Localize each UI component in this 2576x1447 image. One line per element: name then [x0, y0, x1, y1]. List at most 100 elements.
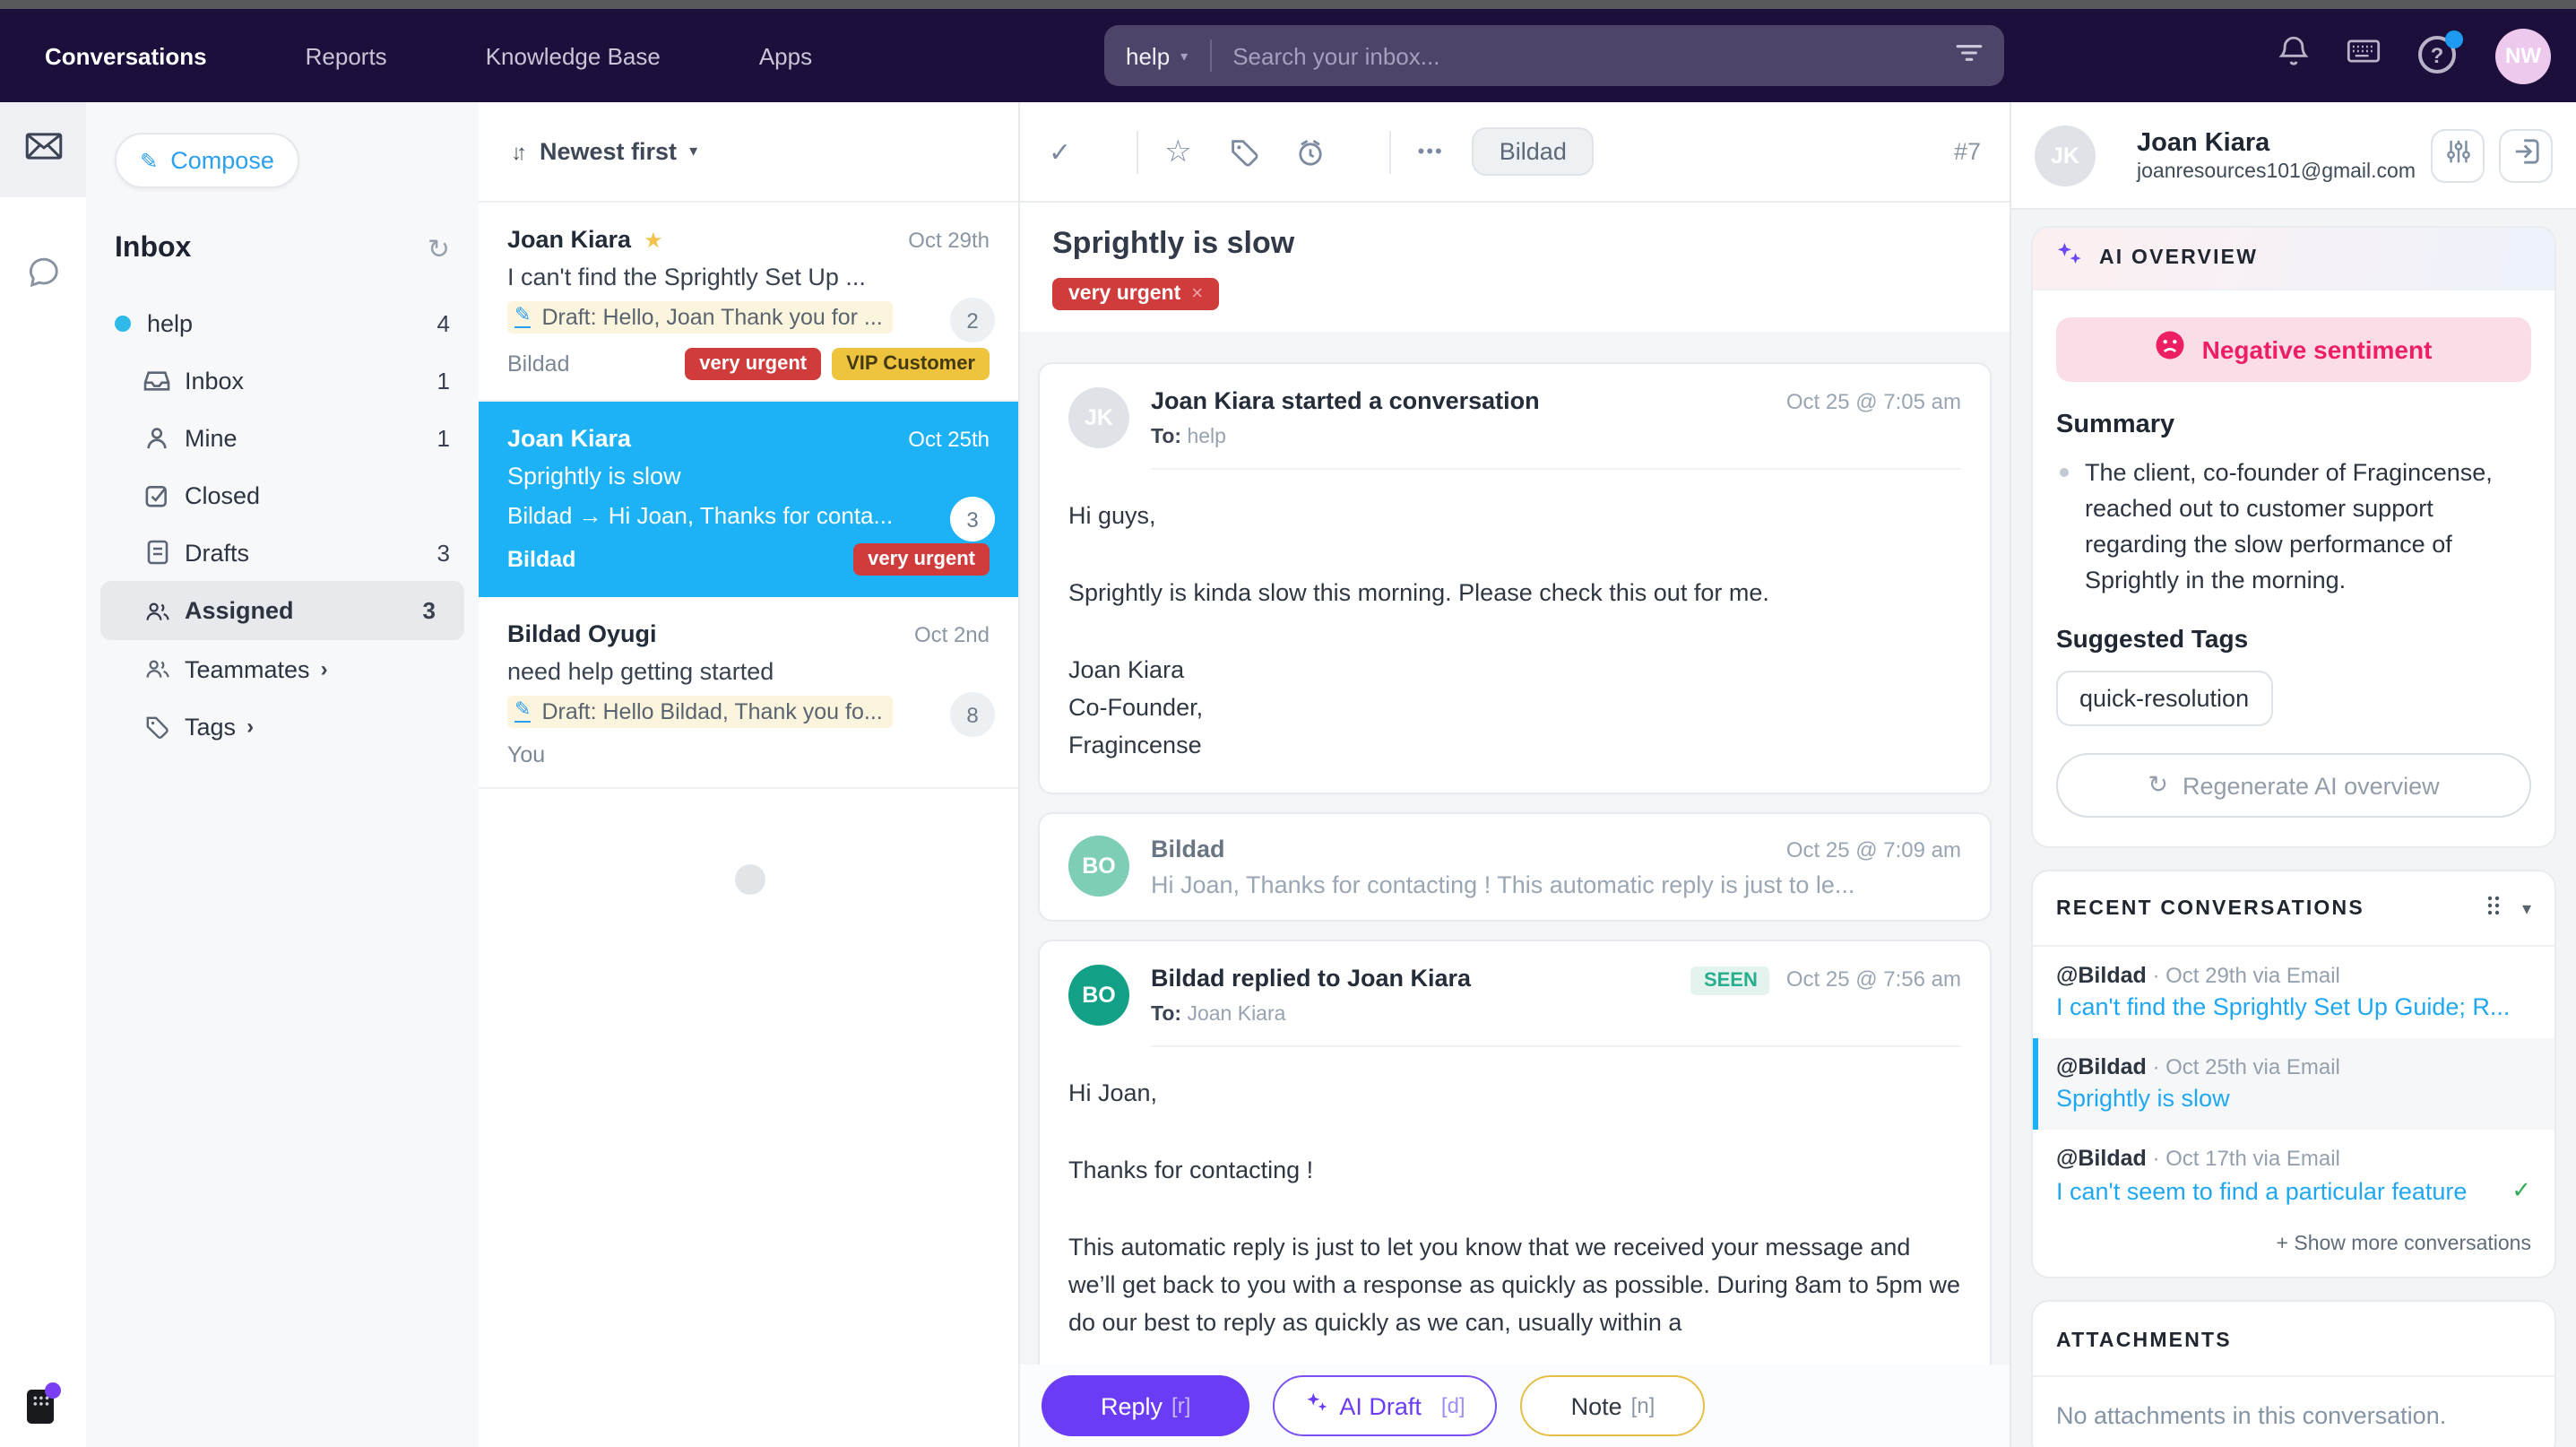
count-badge: 4: [437, 309, 450, 336]
open-panel-button[interactable]: [2499, 128, 2553, 182]
refresh-icon[interactable]: ↻: [428, 233, 450, 265]
chevron-down-icon: ▾: [689, 142, 697, 161]
suggested-tag-chip[interactable]: quick-resolution: [2056, 671, 2272, 726]
search-input[interactable]: [1232, 42, 1956, 69]
conversation-number: #7: [1954, 138, 1981, 165]
search-bar[interactable]: help ▾: [1104, 25, 2004, 86]
draft-preview: ✎ Draft: Hello Bildad, Thank you fo...: [507, 696, 894, 728]
message-count-badge: 2: [950, 298, 995, 342]
help-icon[interactable]: ?: [2418, 36, 2458, 75]
summary-text: The client, co-founder of Fragincense, r…: [2085, 455, 2531, 599]
conversation-list-item[interactable]: Bildad Oyugi Oct 2nd need help getting s…: [479, 597, 1018, 789]
message-preview: Bildad → Hi Joan, Thanks for conta...: [507, 502, 923, 529]
envelope-icon: [24, 132, 62, 168]
pencil-icon: ✎: [140, 148, 158, 173]
conversation-toolbar: ✓ ☆ ••• Bildad #7: [1020, 102, 2010, 203]
avatar: BO: [1068, 836, 1129, 897]
note-button[interactable]: Note[n]: [1521, 1375, 1706, 1436]
sidebar-item-inbox[interactable]: Inbox 1: [86, 351, 479, 409]
panel-settings-button[interactable]: [2431, 128, 2485, 182]
sidebar-item-assigned[interactable]: Assigned 3: [100, 581, 464, 640]
tag-icon[interactable]: [1230, 137, 1258, 166]
status-dot: [45, 1382, 61, 1399]
sort-arrows-icon: ↓↑: [511, 139, 522, 164]
nav-reports[interactable]: Reports: [306, 42, 387, 69]
avatar: BO: [1068, 965, 1129, 1026]
assignee-button[interactable]: Bildad: [1473, 127, 1594, 176]
draft-preview: ✎ Draft: Hello, Joan Thank you for ...: [507, 301, 894, 334]
nav-conversations[interactable]: Conversations: [45, 42, 207, 69]
mail-module-button[interactable]: [0, 102, 86, 197]
recent-conversation-item[interactable]: @Bildad · Oct 17th via Email I can't see…: [2033, 1130, 2554, 1223]
sidebar-item-tags[interactable]: Tags ›: [86, 698, 479, 755]
tag-very-urgent: very urgent: [853, 543, 990, 576]
collapsed-message-card[interactable]: BO Bildad Oct 25 @ 7:09 am Hi Joan, Than…: [1038, 812, 1992, 922]
chevron-down-icon: ▾: [1180, 48, 1188, 64]
inbox-sidebar: ✎ Compose Inbox ↻ help 4 Inbox 1: [86, 102, 479, 1447]
sort-control[interactable]: ↓↑ Newest first ▾: [479, 102, 1018, 203]
app-window: Conversations Reports Knowledge Base App…: [0, 0, 2576, 1447]
sliders-icon: [2444, 137, 2471, 173]
recent-conversation-item-current[interactable]: @Bildad · Oct 25th via Email Sprightly i…: [2033, 1038, 2554, 1130]
sidebar-item-teammates[interactable]: Teammates ›: [86, 640, 479, 698]
user-avatar[interactable]: NW: [2495, 28, 2551, 83]
search-scope-select[interactable]: help: [1126, 42, 1170, 69]
subject-tag-very-urgent[interactable]: very urgent ×: [1052, 278, 1219, 310]
show-more-conversations-link[interactable]: + Show more conversations: [2033, 1223, 2554, 1277]
conversation-list-item[interactable]: Joan Kiara ★ Oct 29th I can't find the S…: [479, 203, 1018, 402]
drag-handle-icon[interactable]: [2486, 893, 2501, 925]
sidebar-item-closed[interactable]: Closed: [86, 466, 479, 524]
message-card: BO Bildad replied to Joan Kiara SEENOct …: [1038, 940, 1992, 1411]
frown-face-icon: [2156, 330, 2186, 369]
window-top-strip: [0, 0, 2576, 9]
more-options-icon[interactable]: •••: [1418, 141, 1444, 162]
count-badge: 3: [423, 597, 436, 624]
regenerate-ai-overview-button[interactable]: ↻ Regenerate AI overview: [2056, 753, 2531, 818]
snooze-clock-icon[interactable]: [1296, 137, 1325, 166]
nav-apps[interactable]: Apps: [759, 42, 812, 69]
avatar: JK: [1068, 387, 1129, 448]
remove-tag-icon[interactable]: ×: [1191, 283, 1203, 305]
loading-spinner: [735, 864, 765, 895]
sidebar-item-drafts[interactable]: Drafts 3: [86, 524, 479, 581]
reply-action-bar: Reply[r] AI Draft[d] Note[n]: [1020, 1365, 2010, 1447]
details-sidebar: JK Joan Kiara joanresources101@gmail.com: [2010, 102, 2576, 1447]
document-icon: [143, 540, 170, 565]
reply-button[interactable]: Reply[r]: [1042, 1375, 1249, 1436]
top-nav: Conversations Reports Knowledge Base App…: [0, 9, 2576, 102]
contact-email: joanresources101@gmail.com: [2137, 160, 2416, 182]
primary-nav: Conversations Reports Knowledge Base App…: [45, 9, 911, 102]
compose-button[interactable]: ✎ Compose: [115, 133, 299, 188]
nav-knowledge-base[interactable]: Knowledge Base: [486, 42, 661, 69]
resolve-check-icon[interactable]: ✓: [1049, 135, 1071, 168]
chat-module-button[interactable]: [0, 237, 86, 316]
dialer-icon[interactable]: [27, 1390, 56, 1425]
seen-badge: SEEN: [1691, 966, 1770, 994]
bell-icon[interactable]: [2278, 34, 2309, 77]
ai-draft-button[interactable]: AI Draft[d]: [1273, 1375, 1497, 1436]
ai-overview-card: AI OVERVIEW Negative sentiment Summary T…: [2031, 226, 2556, 848]
top-right-icons: ? NW: [2278, 9, 2551, 102]
filter-icon[interactable]: [1956, 39, 1983, 72]
message-body: Hi Joan, Thanks for contacting ! This au…: [1040, 1047, 1990, 1409]
check-square-icon: [143, 483, 170, 507]
chevron-right-icon: ›: [321, 656, 328, 681]
sparkle-icon: [1305, 1391, 1328, 1420]
people-icon: [143, 600, 170, 621]
count-badge: 1: [437, 424, 450, 451]
sidebar-item-mine[interactable]: Mine 1: [86, 409, 479, 466]
recent-conversation-item[interactable]: @Bildad · Oct 29th via Email I can't fin…: [2033, 947, 2554, 1038]
divider: [1209, 39, 1211, 72]
star-outline-icon[interactable]: ☆: [1164, 134, 1192, 169]
attachments-title: ATTACHMENTS: [2056, 1330, 2232, 1352]
sidebar-item-help[interactable]: help 4: [86, 294, 479, 351]
chat-bubble-icon: [26, 256, 60, 297]
conversation-list-item-selected[interactable]: Joan Kiara Oct 25th Sprightly is slow Bi…: [479, 402, 1018, 597]
message-count-badge: 8: [950, 692, 995, 737]
sentiment-badge: Negative sentiment: [2056, 317, 2531, 382]
timestamp: Oct 25 @ 7:05 am: [1786, 388, 1961, 413]
sidebar-section-title: Inbox: [115, 233, 191, 265]
ai-overview-title: AI OVERVIEW: [2099, 247, 2258, 269]
keyboard-shortcuts-icon[interactable]: [2347, 39, 2381, 72]
collapse-chevron-icon[interactable]: ▾: [2522, 899, 2531, 919]
